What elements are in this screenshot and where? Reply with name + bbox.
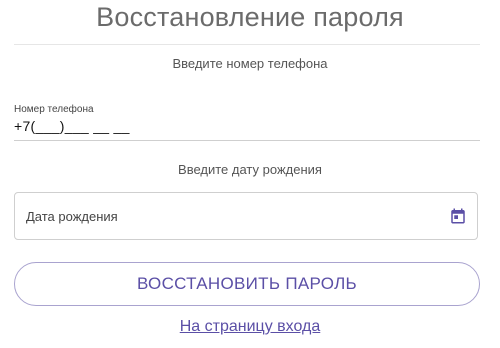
birth-date-field[interactable]: Дата рождения (14, 192, 478, 240)
birth-date-placeholder: Дата рождения (26, 209, 118, 224)
phone-field-label: Номер телефона (14, 104, 94, 115)
page-title: Восстановление пароля (96, 2, 404, 32)
phone-hint: Введите номер телефона (172, 56, 328, 71)
calendar-icon[interactable] (449, 207, 467, 225)
restore-password-button[interactable]: ВОССТАНОВИТЬ ПАРОЛЬ (14, 262, 480, 306)
phone-input[interactable]: +7(___)___ __ __ (14, 118, 130, 134)
dob-hint: Введите дату рождения (178, 162, 322, 177)
login-page-link[interactable]: На страницу входа (0, 318, 500, 336)
phone-field-underline (14, 140, 480, 141)
title-divider (14, 44, 480, 45)
